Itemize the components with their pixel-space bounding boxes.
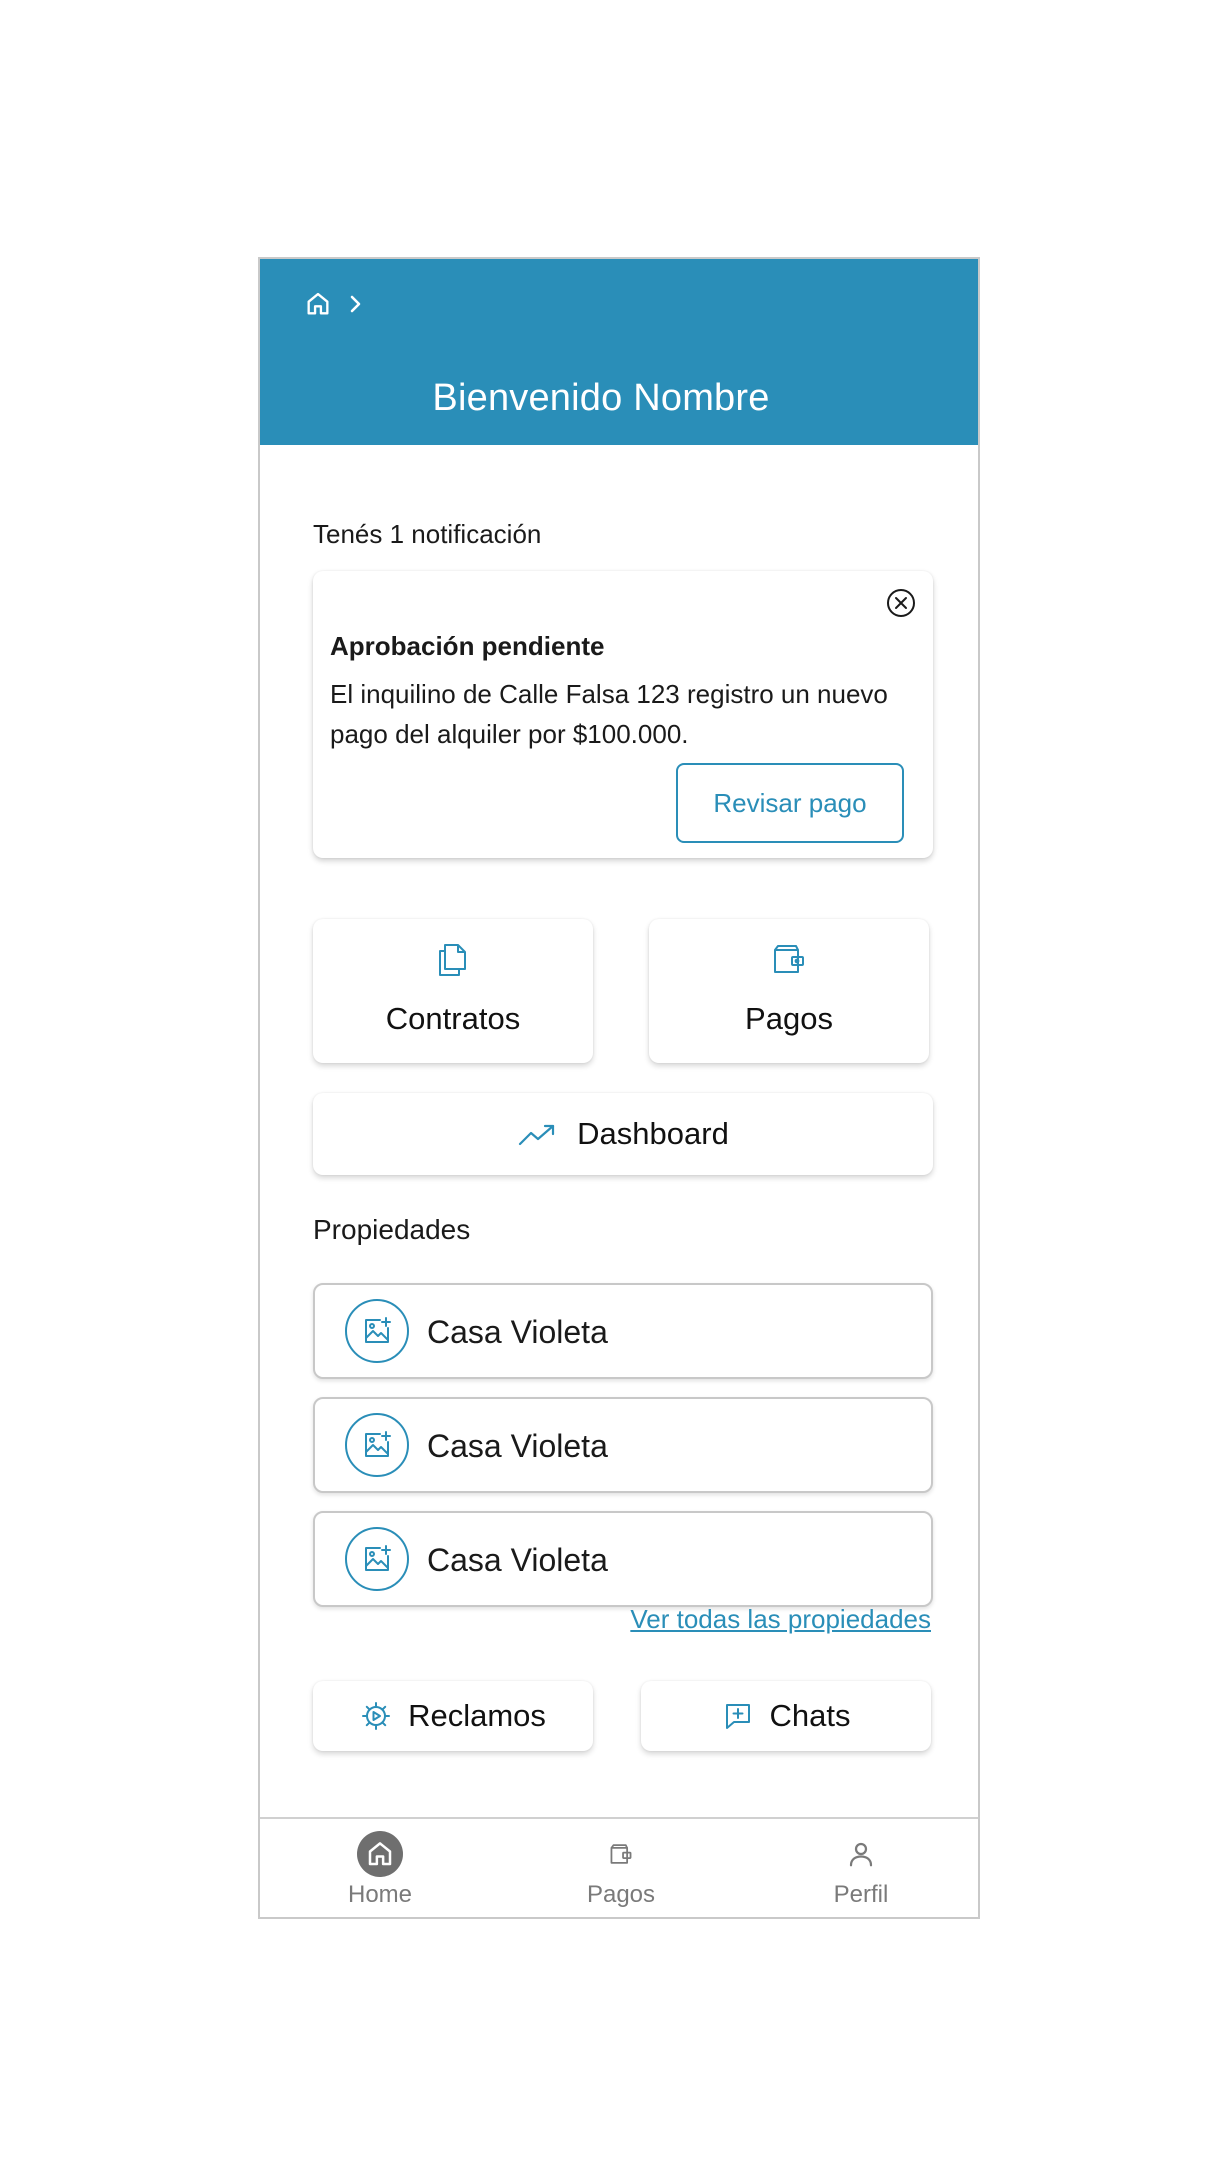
dashboard-button[interactable]: Dashboard [313, 1093, 933, 1175]
reclamos-label: Reclamos [408, 1698, 546, 1733]
chats-label: Chats [769, 1698, 851, 1733]
property-avatar [345, 1527, 409, 1591]
nav-item-home[interactable]: Home [260, 1819, 500, 1917]
contratos-label: Contratos [385, 1001, 521, 1036]
notification-title: Aprobación pendiente [330, 631, 605, 661]
add-image-icon [365, 1431, 391, 1457]
add-image-icon [365, 1317, 391, 1343]
bottom-nav: Home Pagos Perfil [260, 1817, 978, 1917]
wallet-icon [610, 1844, 632, 1864]
pagos-label: Pagos [745, 1001, 833, 1036]
contratos-button[interactable]: Contratos [313, 919, 593, 1063]
review-payment-button[interactable]: Revisar pago [676, 763, 904, 843]
nav-icon-wrap [838, 1831, 884, 1877]
property-avatar [345, 1413, 409, 1477]
nav-label-pagos: Pagos [586, 1881, 656, 1908]
chats-button[interactable]: Chats [641, 1681, 931, 1751]
property-item[interactable]: Casa Violeta [313, 1511, 933, 1607]
notification-body: El inquilino de Calle Falsa 123 registro… [330, 679, 888, 749]
home-icon-active [357, 1831, 403, 1877]
property-name: Casa Violeta [427, 1428, 608, 1464]
chevron-right-icon [350, 295, 361, 313]
trending-up-icon [519, 1124, 555, 1146]
property-item[interactable]: Casa Violeta [313, 1397, 933, 1493]
nav-icon-wrap [598, 1831, 644, 1877]
dashboard-label: Dashboard [577, 1116, 729, 1151]
nav-label-perfil: Perfil [833, 1881, 889, 1908]
see-all-properties-link[interactable]: Ver todas las propiedades [630, 1604, 931, 1635]
pagos-button[interactable]: Pagos [649, 919, 929, 1063]
wallet-icon [774, 945, 804, 973]
nav-label-home: Home [347, 1881, 413, 1908]
header-bar: Bienvenido Nombre [260, 259, 978, 445]
close-circle-icon[interactable] [885, 587, 917, 619]
user-icon [849, 1842, 873, 1867]
page-title: Bienvenido Nombre [432, 377, 770, 419]
notification-count: Tenés 1 notificación [313, 519, 542, 549]
add-image-icon [365, 1545, 391, 1571]
home-icon[interactable] [304, 290, 332, 318]
app-screen: Bienvenido Nombre Tenés 1 notificación A… [258, 257, 980, 1919]
property-item[interactable]: Casa Violeta [313, 1283, 933, 1379]
property-name: Casa Violeta [427, 1542, 608, 1578]
chat-add-icon [725, 1704, 750, 1729]
documents-icon [439, 944, 466, 976]
reclamos-button[interactable]: Reclamos [313, 1681, 593, 1751]
nav-item-pagos[interactable]: Pagos [501, 1819, 741, 1917]
notification-card: Aprobación pendiente El inquilino de Cal… [313, 571, 933, 858]
property-avatar [345, 1299, 409, 1363]
gear-icon [362, 1702, 391, 1730]
property-name: Casa Violeta [427, 1314, 608, 1350]
properties-heading: Propiedades [313, 1214, 471, 1245]
nav-item-perfil[interactable]: Perfil [741, 1819, 978, 1917]
home-icon [368, 1842, 392, 1866]
